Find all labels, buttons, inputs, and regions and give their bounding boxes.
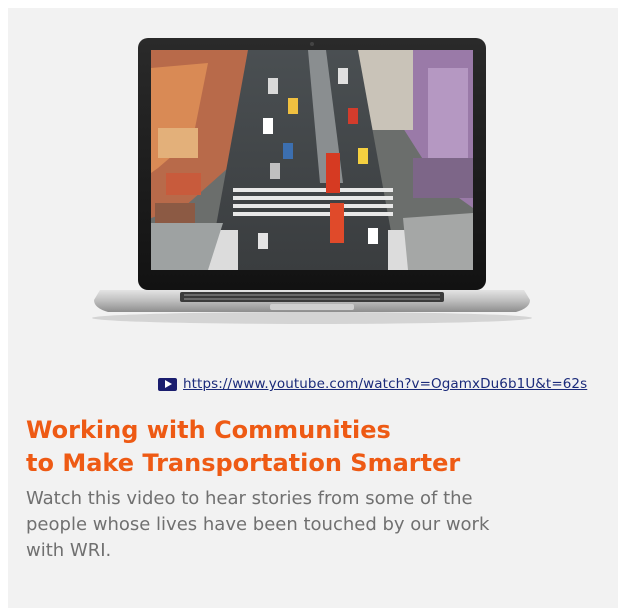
video-play-icon[interactable] [158, 377, 177, 391]
article-title: Working with Communities to Make Transpo… [26, 414, 606, 480]
article-description-line-2: people whose lives have been touched by … [26, 514, 490, 535]
video-link-row: https://www.youtube.com/watch?v=OgamxDu6… [158, 374, 587, 394]
article-title-line-2: to Make Transportation Smarter [26, 449, 461, 477]
city-street-scene [151, 50, 473, 270]
article-title-line-1: Working with Communities [26, 416, 391, 444]
article-description-line-3: with WRI. [26, 540, 112, 561]
article-description: Watch this video to hear stories from so… [26, 486, 601, 564]
video-url-link[interactable]: https://www.youtube.com/watch?v=OgamxDu6… [183, 376, 587, 392]
article-description-line-1: Watch this video to hear stories from so… [26, 488, 473, 509]
laptop-video-thumbnail[interactable] [8, 8, 618, 368]
video-card: https://www.youtube.com/watch?v=OgamxDu6… [8, 8, 618, 608]
